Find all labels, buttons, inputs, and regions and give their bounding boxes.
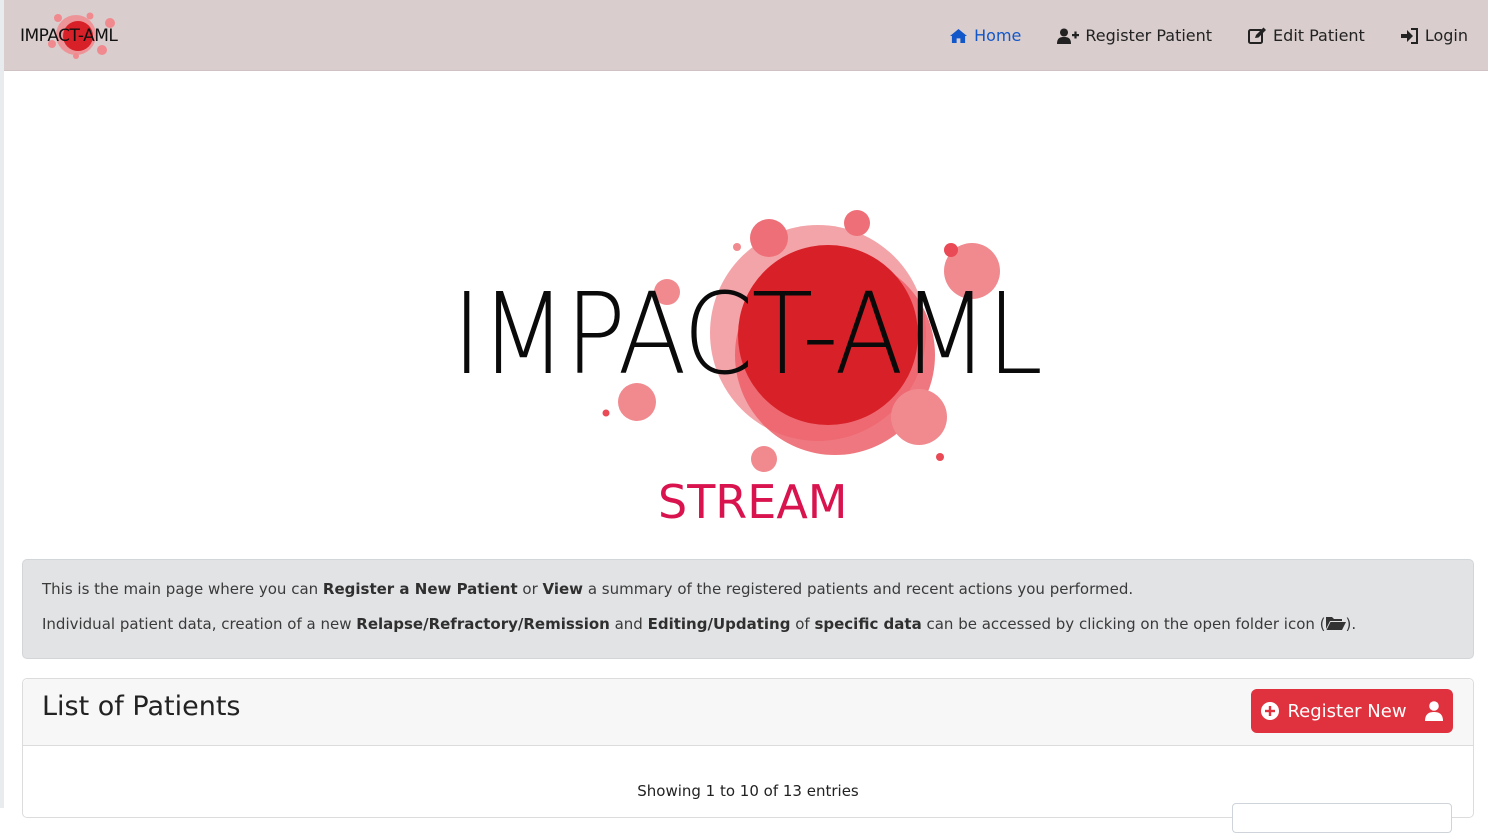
user-plus-icon — [1057, 28, 1080, 44]
info-text: and — [609, 614, 648, 633]
nav-register-patient-label: Register Patient — [1085, 26, 1213, 45]
patients-title: List of Patients — [42, 691, 241, 722]
hero-title: IMPACT-AML — [452, 270, 1043, 400]
plus-circle-icon — [1261, 702, 1280, 720]
info-bold: Editing/Updating — [647, 614, 791, 633]
nav-edit-patient[interactable]: Edit Patient — [1248, 26, 1365, 45]
edit-icon — [1248, 27, 1267, 44]
entries-info: Showing 1 to 10 of 13 entries — [637, 782, 859, 800]
info-alert: This is the main page where you can Regi… — [22, 559, 1474, 659]
sign-in-icon — [1400, 27, 1418, 44]
register-new-button[interactable]: Register New — [1251, 689, 1453, 733]
patients-card-header: List of Patients Register New — [23, 679, 1473, 746]
home-icon — [950, 28, 968, 43]
register-new-label: Register New — [1287, 700, 1407, 722]
info-bold: Relapse/Refractory/Remission — [356, 614, 610, 633]
patients-card: List of Patients Register New Showing 1 … — [22, 678, 1474, 833]
nav-home[interactable]: Home — [949, 26, 1021, 45]
main-nav: Home Register Patient Edit Patient Login — [933, 0, 1488, 71]
info-text: or — [517, 580, 543, 598]
info-text: Individual patient data, creation of a n… — [42, 614, 357, 633]
info-text: a summary of the registered patients and… — [583, 580, 1134, 598]
info-text: can be accessed by clicking on the open … — [921, 614, 1326, 633]
hero-subtitle: STREAM — [658, 475, 848, 529]
nav-edit-patient-label: Edit Patient — [1273, 26, 1365, 45]
info-text: of — [790, 614, 815, 633]
info-bold: View — [542, 580, 584, 598]
nav-login[interactable]: Login — [1400, 26, 1468, 45]
user-icon — [1424, 701, 1443, 721]
info-text: This is the main page where you can — [42, 580, 323, 598]
page-left-border — [0, 0, 4, 808]
top-navbar: IMPACT-AML Home Register Patient Edit Pa… — [4, 0, 1488, 71]
brand-name: IMPACT-AML — [20, 26, 118, 46]
info-bold: specific data — [814, 614, 922, 633]
folder-open-icon — [1325, 616, 1346, 630]
info-line-1: This is the main page where you can Regi… — [42, 580, 1454, 599]
info-line-2: Individual patient data, creation of a n… — [42, 615, 1454, 634]
info-bold: Register a New Patient — [322, 580, 518, 598]
hero-logo: IMPACT-AML STREAM — [440, 205, 1050, 535]
nav-register-patient[interactable]: Register Patient — [1057, 26, 1212, 45]
info-text: ). — [1345, 614, 1357, 633]
brand-logo[interactable]: IMPACT-AML — [18, 10, 122, 60]
nav-home-label: Home — [974, 26, 1022, 45]
nav-login-label: Login — [1424, 26, 1468, 45]
